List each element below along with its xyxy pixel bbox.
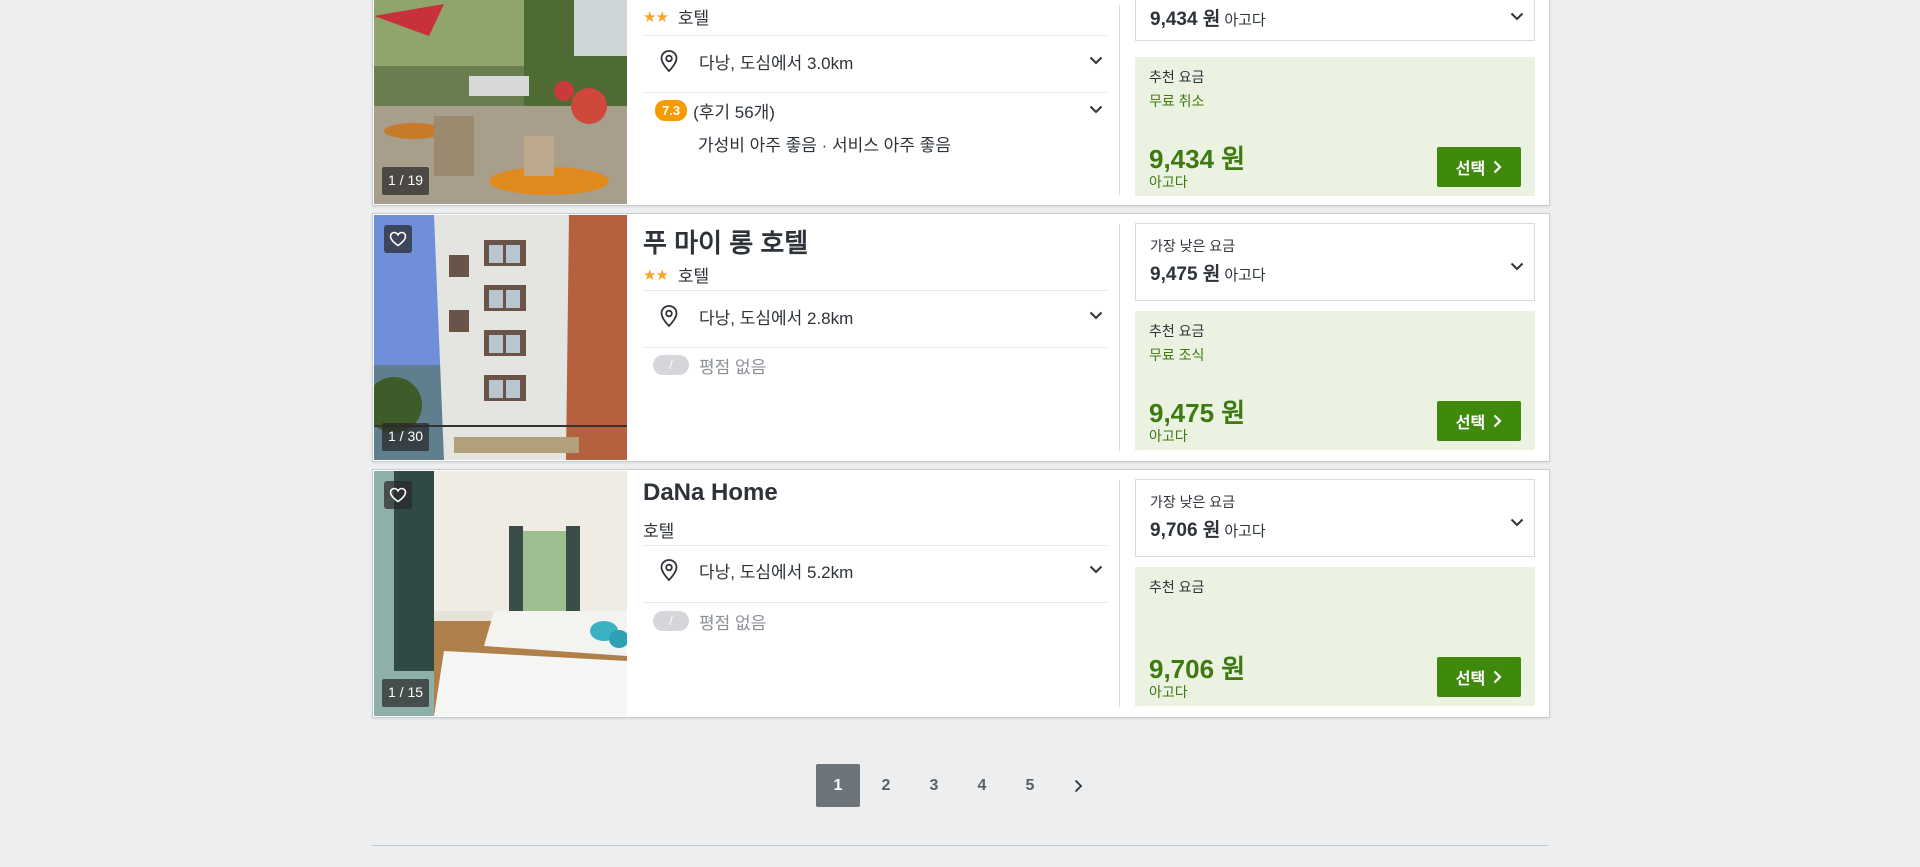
no-rating-text: 평점 없음: [699, 357, 767, 377]
location-text: 다낭, 도심에서 5.2km: [699, 562, 854, 582]
hotel-name[interactable]: DaNa Home: [643, 479, 778, 507]
select-label: 선택: [1455, 161, 1486, 178]
hotel-card[interactable]: 1 / 19 ★★ 호텔 다낭, 도심에서 3.0km 7.3 (후기 56개)…: [372, 0, 1550, 206]
recommended-price: 9,434 원: [1149, 144, 1246, 174]
no-rating-text: 평점 없음: [699, 613, 767, 633]
star-rating: ★★: [643, 8, 669, 26]
chevron-right-icon: [1493, 414, 1502, 428]
photo-counter: 1 / 15: [382, 679, 430, 707]
lowest-price-box[interactable]: 가장 낮은 요금 9,706 원 아고다: [1135, 479, 1535, 557]
column-separator: [1119, 480, 1120, 707]
location-text: 다낭, 도심에서 2.8km: [699, 308, 854, 328]
lowest-price-amount: 9,475 원: [1150, 264, 1221, 285]
hotel-type: 호텔: [643, 522, 675, 541]
recommended-source: 아고다: [1149, 174, 1188, 190]
chevron-right-icon: [1493, 670, 1502, 684]
select-label: 선택: [1455, 671, 1486, 688]
no-rating-badge: /: [653, 611, 689, 631]
no-rating-badge: /: [653, 355, 689, 375]
heart-icon[interactable]: [384, 481, 412, 509]
price-source: 아고다: [1224, 267, 1266, 284]
hotel-info: ★★ 호텔 다낭, 도심에서 3.0km 7.3 (후기 56개) 가성비 아주…: [643, 0, 1107, 205]
select-button[interactable]: 선택: [1437, 657, 1521, 697]
chevron-down-icon[interactable]: [1089, 52, 1103, 70]
price-source: 아고다: [1224, 523, 1266, 540]
next-page-button[interactable]: [1056, 764, 1100, 807]
review-count: (후기 56개): [693, 102, 775, 122]
location-row[interactable]: 다낭, 도심에서 2.8km: [643, 291, 1107, 341]
select-button[interactable]: 선택: [1437, 401, 1521, 441]
recommended-price: 9,706 원: [1149, 654, 1246, 684]
lowest-price-box[interactable]: 9,434 원 아고다: [1135, 0, 1535, 41]
page-5-button[interactable]: 5: [1008, 764, 1052, 807]
location-text: 다낭, 도심에서 3.0km: [699, 53, 854, 73]
rating-row[interactable]: 7.3 (후기 56개): [643, 90, 1107, 130]
review-summary: 가성비 아주 좋음 · 서비스 아주 좋음: [698, 136, 951, 155]
chevron-down-icon[interactable]: [1089, 307, 1103, 325]
hotel-info: 푸 마이 롱 호텔 ★★ 호텔 다낭, 도심에서 2.8km / 평점 없음: [643, 214, 1107, 461]
hotel-photo[interactable]: 1 / 19: [374, 0, 627, 204]
select-label: 선택: [1455, 415, 1486, 432]
lowest-price-amount: 9,706 원: [1150, 520, 1221, 541]
lowest-price-amount: 9,434 원: [1150, 9, 1221, 30]
recommended-price-box: 추천 요금 9,706 원 아고다 선택: [1135, 567, 1535, 706]
recommended-label: 추천 요금: [1149, 69, 1205, 85]
chevron-down-icon[interactable]: [1089, 561, 1103, 579]
location-row[interactable]: 다낭, 도심에서 3.0km: [643, 36, 1107, 86]
lowest-price: 9,434 원 아고다: [1150, 4, 1266, 31]
chevron-down-icon[interactable]: [1089, 101, 1103, 119]
page-2-button[interactable]: 2: [864, 764, 908, 807]
hotel-photo[interactable]: 1 / 15: [374, 471, 627, 716]
price-source: 아고다: [1224, 12, 1266, 29]
select-button[interactable]: 선택: [1437, 147, 1521, 187]
recommended-perk: 무료 조식: [1149, 347, 1205, 363]
chevron-right-icon: [1493, 160, 1502, 174]
rating-row: / 평점 없음: [643, 345, 1107, 385]
lowest-price-label: 가장 낮은 요금: [1150, 494, 1236, 510]
location-pin-icon: [659, 305, 679, 327]
recommended-price: 9,475 원: [1149, 398, 1246, 428]
pagination: 1 2 3 4 5: [816, 764, 1104, 807]
recommended-price-box: 추천 요금 무료 취소 9,434 원 아고다 선택: [1135, 57, 1535, 196]
hotel-name[interactable]: 푸 마이 롱 호텔: [643, 223, 808, 260]
star-rating: ★★: [643, 266, 669, 284]
footer-divider: [372, 845, 1548, 846]
chevron-down-icon[interactable]: [1510, 514, 1524, 532]
recommended-source: 아고다: [1149, 684, 1188, 700]
lowest-price: 9,706 원 아고다: [1150, 515, 1266, 542]
page-4-button[interactable]: 4: [960, 764, 1004, 807]
recommended-source: 아고다: [1149, 428, 1188, 444]
hotel-photo[interactable]: 1 / 30: [374, 215, 627, 460]
column-separator: [1119, 5, 1120, 195]
photo-counter: 1 / 19: [382, 167, 430, 195]
recommended-label: 추천 요금: [1149, 323, 1205, 339]
hotel-type: 호텔: [677, 267, 710, 286]
hotel-type: 호텔: [677, 9, 710, 28]
heart-icon[interactable]: [384, 225, 412, 253]
hotel-card[interactable]: 1 / 30 푸 마이 롱 호텔 ★★ 호텔 다낭, 도심에서 2.8km / …: [372, 213, 1550, 462]
chevron-down-icon[interactable]: [1510, 8, 1524, 26]
photo-counter: 1 / 30: [382, 423, 430, 451]
hotel-class: ★★ 호텔: [643, 4, 709, 29]
page-1-button[interactable]: 1: [816, 764, 860, 807]
hotel-class: ★★ 호텔: [643, 262, 709, 287]
location-pin-icon: [659, 559, 679, 581]
chevron-right-icon: [1074, 779, 1082, 792]
page-3-button[interactable]: 3: [912, 764, 956, 807]
lowest-price-label: 가장 낮은 요금: [1150, 238, 1236, 254]
lowest-price-box[interactable]: 가장 낮은 요금 9,475 원 아고다: [1135, 223, 1535, 301]
recommended-label: 추천 요금: [1149, 579, 1205, 595]
column-separator: [1119, 224, 1120, 451]
rating-row: / 평점 없음: [643, 601, 1107, 641]
rating-score-badge: 7.3: [655, 99, 688, 121]
location-pin-icon: [659, 50, 679, 72]
hotel-card[interactable]: 1 / 15 DaNa Home 호텔 다낭, 도심에서 5.2km / 평점 …: [372, 469, 1550, 718]
recommended-price-box: 추천 요금 무료 조식 9,475 원 아고다 선택: [1135, 311, 1535, 450]
chevron-down-icon[interactable]: [1510, 258, 1524, 276]
recommended-perk: 무료 취소: [1149, 93, 1205, 109]
hotel-info: DaNa Home 호텔 다낭, 도심에서 5.2km / 평점 없음: [643, 470, 1107, 717]
hotel-class: 호텔: [643, 517, 674, 542]
location-row[interactable]: 다낭, 도심에서 5.2km: [643, 545, 1107, 595]
lowest-price: 9,475 원 아고다: [1150, 259, 1266, 286]
